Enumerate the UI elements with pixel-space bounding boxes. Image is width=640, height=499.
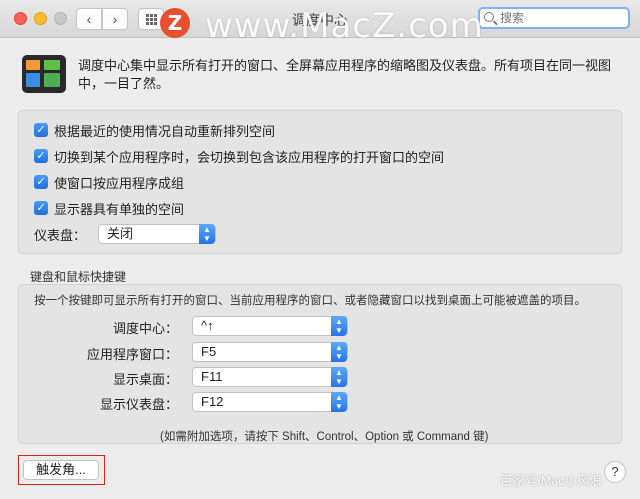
watermark-text: www.MacZ.com <box>205 6 484 46</box>
search-input[interactable] <box>500 10 624 26</box>
help-icon[interactable]: ? <box>604 461 626 483</box>
dashboard-row: 仪表盘： 关闭 ▲ ▼ <box>34 224 217 244</box>
mission-control-app-icon <box>22 55 66 93</box>
keyboard-group <box>18 284 622 444</box>
shortcut-row-app-windows: 应用程序窗口： F5 ▲ ▼ <box>40 342 348 362</box>
dashboard-select[interactable]: 关闭 ▲ ▼ <box>98 224 217 244</box>
shortcut-label: 调度中心： <box>112 321 178 336</box>
updown-arrows-icon: ▲ ▼ <box>199 224 216 244</box>
shortcut-select-show-dashboard[interactable]: F12 ▲ ▼ <box>192 392 348 412</box>
shortcut-select-app-windows[interactable]: F5 ▲ ▼ <box>192 342 348 362</box>
keyboard-description: 按一个按键即可显示所有打开的窗口、当前应用程序的窗口、或者隐藏窗口以找到桌面上可… <box>34 295 586 307</box>
description-text: 调度中心集中显示所有打开的窗口、全屏幕应用程序的缩略图及仪表盘。所有项目在同一视… <box>78 58 612 91</box>
shortcut-row-mission-control: 调度中心： ^↑ ▲ ▼ <box>40 316 348 336</box>
shortcut-select-show-desktop[interactable]: F11 ▲ ▼ <box>192 367 348 387</box>
option-switch-space[interactable]: ✓ 切换到某个应用程序时，会切换到包含该应用程序的打开窗口的空间 <box>34 147 444 165</box>
shortcut-value: F12 <box>201 394 224 409</box>
option-group-windows[interactable]: ✓ 使窗口按应用程序成组 <box>34 173 184 191</box>
checkmark-icon[interactable]: ✓ <box>34 175 48 189</box>
shortcut-row-show-dashboard: 显示仪表盘： F12 ▲ ▼ <box>40 392 348 412</box>
option-label: 显示器具有单独的空间 <box>54 201 185 217</box>
search-icon <box>484 12 494 22</box>
dashboard-label: 仪表盘： <box>34 227 87 243</box>
checkmark-icon[interactable]: ✓ <box>34 201 48 215</box>
hot-corners-highlight: 触发角... <box>18 455 105 485</box>
updown-arrows-icon: ▲ ▼ <box>331 316 347 336</box>
dashboard-value: 关闭 <box>107 226 134 241</box>
checkmark-icon[interactable]: ✓ <box>34 149 48 163</box>
option-auto-rearrange[interactable]: ✓ 根据最近的使用情况自动重新排列空间 <box>34 121 275 139</box>
hot-corners-button[interactable]: 触发角... <box>23 460 99 480</box>
option-label: 切换到某个应用程序时，会切换到包含该应用程序的打开窗口的空间 <box>54 149 445 165</box>
shortcut-value: F5 <box>201 344 217 359</box>
option-label: 使窗口按应用程序成组 <box>54 175 185 191</box>
updown-arrows-icon: ▲ ▼ <box>331 392 347 412</box>
keyboard-section-title: 键盘和鼠标快捷键 <box>30 270 127 284</box>
option-separate-spaces[interactable]: ✓ 显示器具有单独的空间 <box>34 199 184 217</box>
footer-watermark: 百家号/Mac小风浪 <box>500 474 603 488</box>
updown-arrows-icon: ▲ ▼ <box>331 367 347 387</box>
shortcut-label: 显示桌面： <box>112 372 178 387</box>
watermark-logo: Z <box>160 8 190 38</box>
modifier-note: (如需附加选项，请按下 Shift、Control、Option 或 Comma… <box>160 431 489 443</box>
shortcut-label: 应用程序窗口： <box>86 347 178 362</box>
shortcut-row-show-desktop: 显示桌面： F11 ▲ ▼ <box>40 367 348 387</box>
shortcut-value: F11 <box>201 369 223 384</box>
checkmark-icon[interactable]: ✓ <box>34 123 48 137</box>
search-field[interactable] <box>478 7 630 29</box>
updown-arrows-icon: ▲ ▼ <box>331 342 347 362</box>
shortcut-label: 显示仪表盘： <box>99 397 178 412</box>
shortcut-select-mission-control[interactable]: ^↑ ▲ ▼ <box>192 316 348 336</box>
option-label: 根据最近的使用情况自动重新排列空间 <box>54 123 276 139</box>
shortcut-value: ^↑ <box>201 318 214 333</box>
